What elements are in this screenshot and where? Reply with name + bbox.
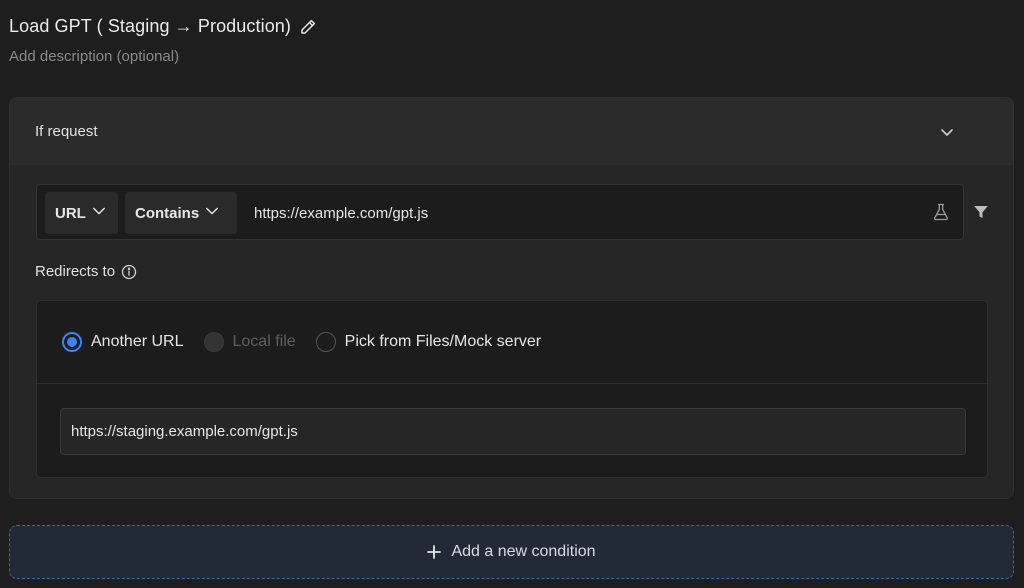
source-type-dropdown[interactable]: URL <box>45 192 118 234</box>
flask-icon[interactable] <box>931 202 951 222</box>
radio-button[interactable] <box>315 332 336 352</box>
radio-local-file: Local file <box>203 332 296 352</box>
rule-editor: Load GPT ( Staging → Production) Add des… <box>0 0 1024 588</box>
chevron-down-icon <box>92 204 106 222</box>
filter-icon[interactable] <box>972 203 990 221</box>
info-icon[interactable] <box>121 264 137 280</box>
source-url-input[interactable] <box>254 201 904 225</box>
destination-url-input[interactable] <box>60 408 966 455</box>
description-field[interactable]: Add description (optional) <box>9 48 179 65</box>
add-condition-label: Add a new condition <box>451 543 596 560</box>
card-header-title: If request <box>35 123 98 140</box>
redirects-to-label: Redirects to <box>35 263 137 280</box>
add-condition-button[interactable]: Add a new condition <box>9 525 1014 579</box>
operator-dropdown[interactable]: Contains <box>125 192 237 234</box>
redirect-destination-box: Another URL Local file Pick from Files/M… <box>36 300 988 478</box>
plus-icon <box>427 545 442 559</box>
radio-label: Pick from Files/Mock server <box>344 333 542 350</box>
radio-label: Local file <box>232 333 296 350</box>
chevron-down-icon <box>205 204 219 222</box>
redirects-to-text: Redirects to <box>35 263 116 280</box>
source-condition-row: URL Contains <box>36 184 964 240</box>
condition-card-header[interactable]: If request <box>10 98 1013 165</box>
destination-type-radio-group: Another URL Local file Pick from Files/M… <box>37 301 987 384</box>
condition-card: If request URL Contains https://example.… <box>9 97 1014 499</box>
radio-label: Another URL <box>91 333 184 350</box>
radio-pick-from-files[interactable]: Pick from Files/Mock server <box>315 332 542 352</box>
radio-button-checked[interactable] <box>62 332 82 352</box>
pencil-icon[interactable] <box>299 18 317 36</box>
title-row: Load GPT ( Staging → Production) <box>9 16 317 37</box>
source-type-value: URL <box>55 204 86 222</box>
radio-another-url[interactable]: Another URL <box>62 332 184 352</box>
rule-title[interactable]: Load GPT ( Staging → Production) <box>9 16 291 37</box>
chevron-down-icon[interactable] <box>939 124 955 140</box>
radio-button-disabled <box>203 332 224 352</box>
operator-value: Contains <box>135 204 200 222</box>
